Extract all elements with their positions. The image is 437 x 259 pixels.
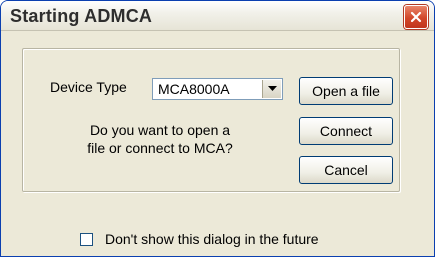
prompt-text: Do you want to open a file or connect to…	[65, 121, 255, 157]
title-bar[interactable]: Starting ADMCA	[1, 1, 434, 31]
dont-show-again-row[interactable]: Don't show this dialog in the future	[80, 231, 319, 247]
dialog-body: Device Type MCA8000A Do you want to open…	[3, 31, 432, 254]
connect-button[interactable]: Connect	[299, 117, 393, 145]
open-file-button[interactable]: Open a file	[299, 77, 393, 105]
prompt-line-2: file or connect to MCA?	[87, 140, 233, 156]
dont-show-again-label[interactable]: Don't show this dialog in the future	[105, 231, 319, 247]
cancel-button[interactable]: Cancel	[299, 156, 393, 184]
window-title: Starting ADMCA	[10, 6, 153, 26]
device-type-select[interactable]: MCA8000A	[152, 78, 283, 100]
close-button[interactable]	[404, 5, 428, 29]
dropdown-button[interactable]	[262, 80, 281, 98]
chevron-down-icon	[267, 86, 277, 91]
prompt-line-1: Do you want to open a	[89, 122, 231, 138]
dont-show-again-checkbox[interactable]	[80, 232, 93, 246]
dialog-window: Starting ADMCA Device Type MCA8000A Do y…	[0, 0, 435, 257]
device-type-label: Device Type	[50, 79, 127, 95]
close-icon	[410, 11, 422, 23]
device-type-value: MCA8000A	[158, 81, 230, 97]
